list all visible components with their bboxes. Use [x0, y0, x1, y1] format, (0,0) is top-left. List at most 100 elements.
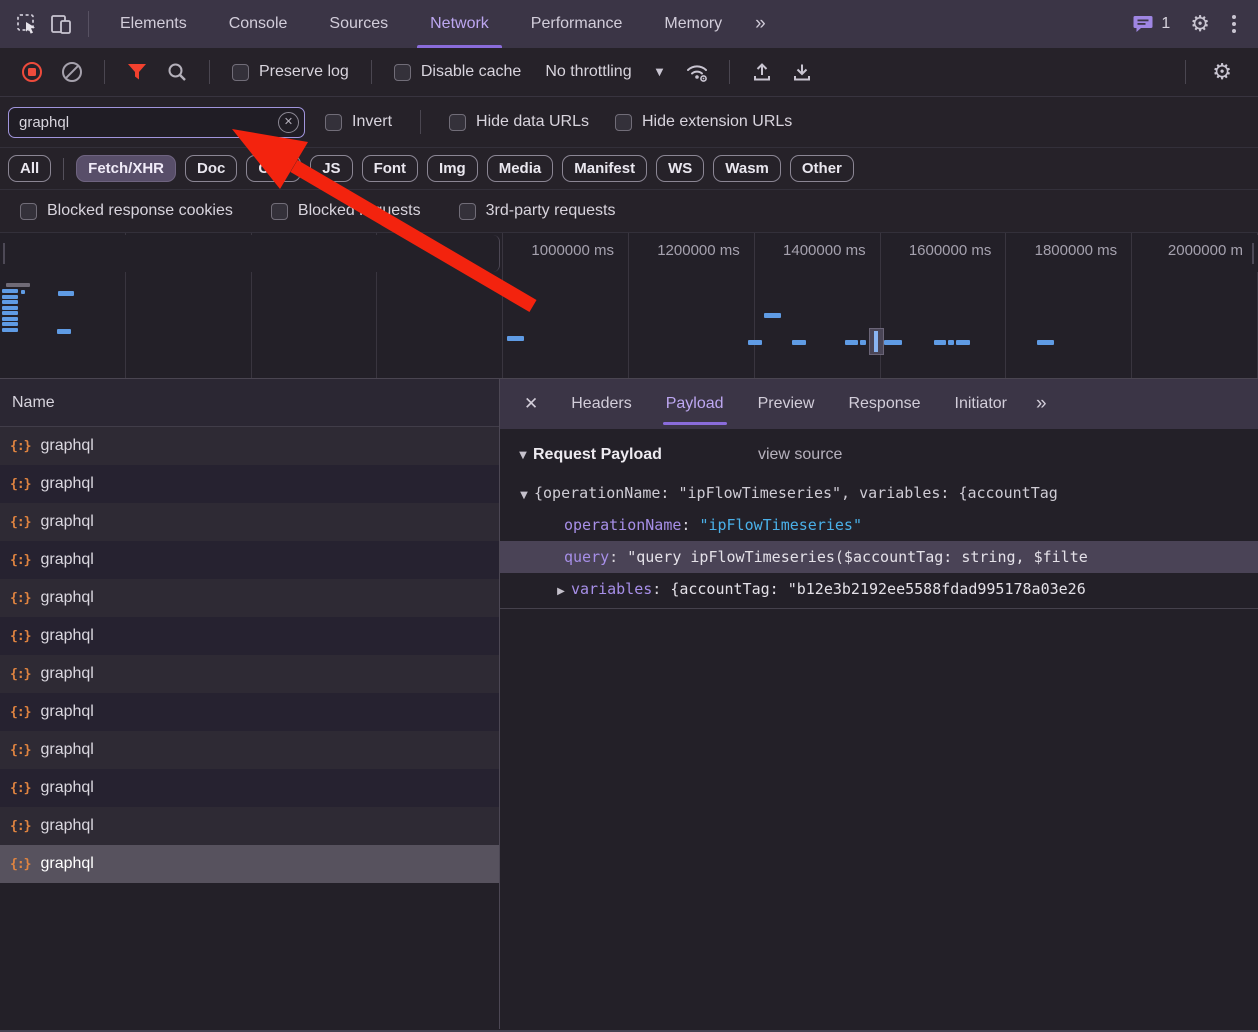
chip-font[interactable]: Font [362, 155, 418, 182]
request-payload-section[interactable]: ▼ Request Payload view source [500, 433, 1258, 477]
request-name: graphql [40, 437, 93, 455]
request-row[interactable]: {:}graphql [0, 541, 499, 579]
device-toolbar-button[interactable] [44, 7, 78, 41]
chip-fetch-xhr[interactable]: Fetch/XHR [76, 155, 176, 182]
json-row-variables[interactable]: ▶variables:{accountTag: "b12e3b2192ee558… [500, 573, 1258, 605]
third-party-checkbox[interactable] [459, 203, 476, 220]
preserve-log-checkbox[interactable] [232, 64, 249, 81]
detail-tab-headers[interactable]: Headers [554, 379, 648, 429]
search-network-button[interactable] [161, 56, 193, 88]
more-panels-button[interactable]: » [743, 13, 780, 35]
import-har-button[interactable] [746, 56, 778, 88]
json-row-query-selected[interactable]: query:"query ipFlowTimeseries($accountTa… [500, 541, 1258, 573]
chip-media[interactable]: Media [487, 155, 554, 182]
view-source-link[interactable]: view source [758, 446, 842, 464]
network-conditions-button[interactable] [681, 56, 713, 88]
tab-network[interactable]: Network [409, 0, 510, 48]
third-party-checkbox-group[interactable]: 3rd-party requests [459, 202, 616, 220]
chip-js[interactable]: JS [310, 155, 352, 182]
hide-extension-urls-checkbox[interactable] [615, 114, 632, 131]
filter-input[interactable] [8, 107, 305, 138]
blocked-requests-checkbox[interactable] [271, 203, 288, 220]
request-row[interactable]: {:}graphql [0, 503, 499, 541]
kebab-menu-icon[interactable] [1220, 15, 1248, 33]
network-settings-gear-icon[interactable]: ⚙ [1202, 60, 1242, 85]
chip-wasm[interactable]: Wasm [713, 155, 781, 182]
expanded-triangle-icon[interactable]: ▼ [517, 480, 531, 509]
detail-tab-preview[interactable]: Preview [741, 379, 832, 429]
detail-tab-response[interactable]: Response [831, 379, 937, 429]
disable-cache-checkbox-group[interactable]: Disable cache [394, 63, 522, 81]
tab-console[interactable]: Console [208, 0, 309, 48]
hide-extension-urls-checkbox-group[interactable]: Hide extension URLs [615, 113, 792, 131]
request-row[interactable]: {:}graphql [0, 427, 499, 465]
message-bubble-icon [1132, 14, 1154, 34]
disable-cache-label: Disable cache [421, 63, 522, 81]
divider [104, 60, 105, 84]
request-name: graphql [40, 589, 93, 607]
divider [500, 608, 1258, 609]
chip-manifest[interactable]: Manifest [562, 155, 647, 182]
payload-section-title: Request Payload [533, 446, 662, 464]
blocked-cookies-checkbox-group[interactable]: Blocked response cookies [20, 202, 233, 220]
more-detail-tabs-button[interactable]: » [1024, 393, 1061, 415]
chip-doc[interactable]: Doc [185, 155, 237, 182]
issues-button[interactable]: 1 [1122, 14, 1180, 34]
request-row[interactable]: {:}graphql [0, 465, 499, 503]
json-root-row[interactable]: ▼{operationName: "ipFlowTimeseries", var… [500, 477, 1258, 509]
collapse-triangle-icon[interactable]: ▼ [516, 450, 530, 461]
selected-request-marker[interactable] [869, 328, 884, 355]
chip-css[interactable]: CSS [246, 155, 301, 182]
more-filters-bar: Blocked response cookies Blocked request… [0, 190, 1258, 233]
overview-right-handle[interactable] [1249, 235, 1258, 272]
overview-left-handle[interactable] [0, 235, 500, 272]
json-row-operation-name[interactable]: operationName:"ipFlowTimeseries" [500, 509, 1258, 541]
chip-img[interactable]: Img [427, 155, 478, 182]
tab-memory[interactable]: Memory [643, 0, 743, 48]
json-preview-text: {operationName: "ipFlowTimeseries", vari… [534, 484, 1058, 502]
request-row[interactable]: {:}graphql [0, 807, 499, 845]
panel-tabs: Elements Console Sources Network Perform… [99, 0, 743, 48]
payload-json-tree: ▼{operationName: "ipFlowTimeseries", var… [500, 477, 1258, 609]
tab-elements[interactable]: Elements [99, 0, 208, 48]
request-row[interactable]: {:}graphql [0, 731, 499, 769]
disable-cache-checkbox[interactable] [394, 64, 411, 81]
json-value: "query ipFlowTimeseries($accountTag: str… [627, 548, 1088, 566]
clear-filter-icon[interactable]: ✕ [278, 112, 299, 133]
detail-tab-initiator[interactable]: Initiator [938, 379, 1024, 429]
throttling-dropdown[interactable]: No throttling ▼ [545, 63, 663, 81]
chip-ws[interactable]: WS [656, 155, 704, 182]
filter-toggle-button[interactable] [121, 56, 153, 88]
hide-data-urls-checkbox[interactable] [449, 114, 466, 131]
collapsed-triangle-icon[interactable]: ▶ [554, 576, 568, 605]
request-row[interactable]: {:}graphql [0, 655, 499, 693]
close-detail-icon[interactable]: ✕ [508, 394, 554, 414]
search-icon [165, 60, 189, 84]
clear-network-log-button[interactable] [56, 56, 88, 88]
issues-count-badge: 1 [1161, 15, 1170, 33]
preserve-log-checkbox-group[interactable]: Preserve log [232, 63, 349, 81]
request-row[interactable]: {:}graphql [0, 769, 499, 807]
network-main-split: Name {:}graphql {:}graphql {:}graphql {:… [0, 379, 1258, 1029]
request-row[interactable]: {:}graphql [0, 617, 499, 655]
name-column-header[interactable]: Name [0, 379, 499, 427]
request-name: graphql [40, 513, 93, 531]
fetch-xhr-icon: {:} [10, 629, 30, 644]
tab-performance[interactable]: Performance [510, 0, 644, 48]
invert-checkbox-group[interactable]: Invert [325, 113, 392, 131]
request-row[interactable]: {:}graphql [0, 579, 499, 617]
request-row-selected[interactable]: {:}graphql [0, 845, 499, 883]
chip-all[interactable]: All [8, 155, 51, 182]
invert-checkbox[interactable] [325, 114, 342, 131]
blocked-cookies-checkbox[interactable] [20, 203, 37, 220]
tab-sources[interactable]: Sources [308, 0, 409, 48]
hide-data-urls-checkbox-group[interactable]: Hide data URLs [449, 113, 589, 131]
record-network-log-button[interactable] [16, 56, 48, 88]
blocked-requests-checkbox-group[interactable]: Blocked requests [271, 202, 421, 220]
settings-gear-icon[interactable]: ⚙ [1180, 12, 1220, 37]
detail-tab-payload[interactable]: Payload [649, 379, 741, 429]
export-har-button[interactable] [786, 56, 818, 88]
request-row[interactable]: {:}graphql [0, 693, 499, 731]
inspect-element-button[interactable] [10, 7, 44, 41]
chip-other[interactable]: Other [790, 155, 854, 182]
